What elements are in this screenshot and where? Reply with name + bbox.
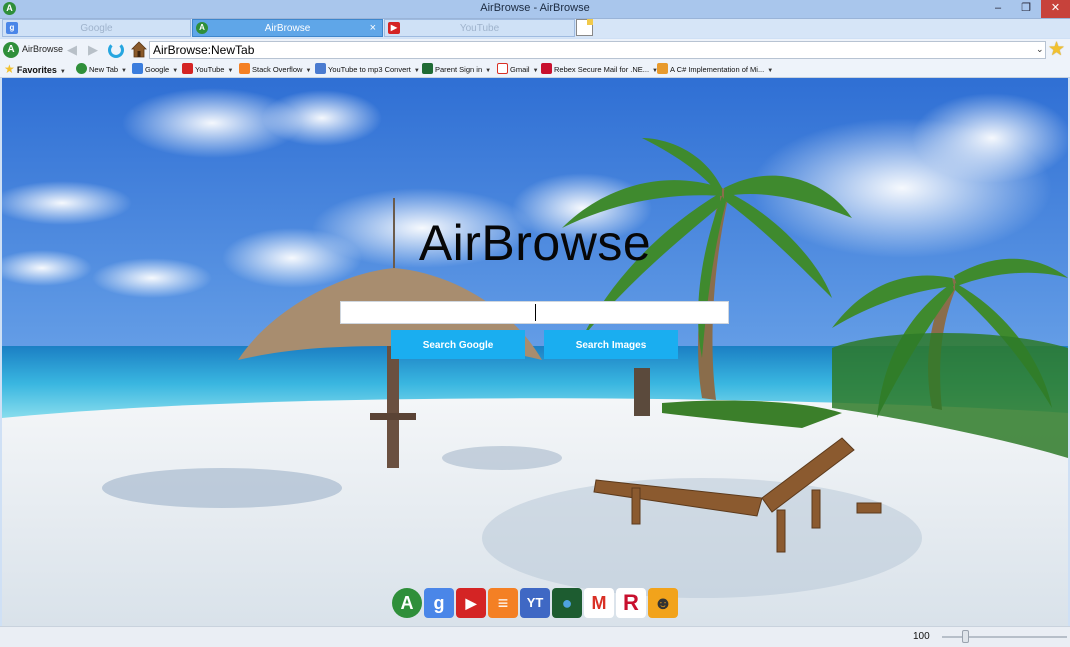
refresh-button[interactable] bbox=[108, 42, 124, 58]
dropdown-arrow-icon: ▼ bbox=[227, 68, 234, 74]
gmail-icon bbox=[497, 63, 508, 74]
favorite-item-youtube[interactable]: YouTube ▼ bbox=[182, 63, 233, 76]
home-button[interactable] bbox=[131, 41, 147, 58]
dropdown-arrow-icon: ▼ bbox=[532, 68, 539, 74]
new-tab-page: AirBrowse Search Google Search Images A … bbox=[2, 78, 1068, 626]
favorite-label: New Tab bbox=[89, 65, 119, 74]
dropdown-arrow-icon: ▼ bbox=[413, 68, 420, 74]
text-caret bbox=[535, 304, 536, 321]
rebex-icon bbox=[541, 63, 552, 74]
close-window-button[interactable]: ✕ bbox=[1041, 0, 1070, 18]
search-google-button[interactable]: Search Google bbox=[391, 330, 525, 359]
parent-signin-icon[interactable]: ● bbox=[552, 588, 582, 618]
tab-label: Google bbox=[80, 23, 113, 34]
favorites-label: Favorites bbox=[16, 65, 57, 75]
forward-button[interactable]: ▶ bbox=[85, 43, 101, 56]
favorite-label: YouTube to mp3 Convert bbox=[328, 65, 411, 74]
ytmp3-icon[interactable]: YT bbox=[520, 588, 550, 618]
beach-background-image bbox=[2, 78, 1068, 626]
back-button[interactable]: ◀ bbox=[64, 43, 80, 56]
codeproject-icon bbox=[657, 63, 668, 74]
address-bar[interactable]: AirBrowse:NewTab bbox=[149, 41, 1046, 59]
search-images-button[interactable]: Search Images bbox=[544, 330, 678, 359]
youtube-icon bbox=[182, 63, 193, 74]
favorite-label: Google bbox=[145, 65, 170, 74]
favorite-label: Gmail bbox=[510, 65, 530, 74]
favorite-item-gmail[interactable]: Gmail ▼ bbox=[497, 63, 539, 76]
dropdown-arrow-icon: ▼ bbox=[59, 69, 66, 75]
favorite-label: Rebex Secure Mail for .NE... bbox=[554, 65, 650, 74]
zoom-slider-track[interactable] bbox=[942, 636, 1067, 638]
dropdown-arrow-icon: ▼ bbox=[767, 68, 774, 74]
favorites-bar: ★ Favorites ▼ New Tab ▼ Google ▼ YouTube ▼ S… bbox=[0, 61, 1070, 78]
minimize-button[interactable]: ‒ bbox=[985, 0, 1011, 18]
dropdown-arrow-icon: ▼ bbox=[305, 68, 312, 74]
favorite-item-google[interactable]: Google ▼ bbox=[132, 63, 178, 76]
youtube-icon: ▶ bbox=[388, 22, 400, 34]
navigation-bar: A AirBrowse ◀ ▶ AirBrowse:NewTab ⌄ ★ bbox=[0, 39, 1070, 61]
dropdown-arrow-icon: ▼ bbox=[172, 68, 179, 74]
tab-close-button[interactable]: × bbox=[370, 20, 376, 37]
tab-label: YouTube bbox=[459, 23, 500, 34]
codeproject-icon[interactable]: ☻ bbox=[648, 588, 678, 618]
address-dropdown-button[interactable]: ⌄ bbox=[1036, 44, 1044, 55]
favorite-label: A C# Implementation of Mi... bbox=[670, 65, 765, 74]
favorite-item-new-tab[interactable]: New Tab ▼ bbox=[76, 63, 127, 76]
airbrowse-icon[interactable]: A bbox=[392, 588, 422, 618]
favorite-item-youtube-mp3[interactable]: YouTube to mp3 Convert ▼ bbox=[315, 63, 420, 76]
stackoverflow-icon[interactable]: ≡ bbox=[488, 588, 518, 618]
tab-youtube[interactable]: ▶ YouTube bbox=[384, 19, 575, 37]
tab-strip: g Google A AirBrowse × ▶ YouTube bbox=[0, 19, 1070, 38]
favorite-label: Stack Overflow bbox=[252, 65, 303, 74]
new-tab-button[interactable] bbox=[576, 19, 593, 36]
parent-signin-icon bbox=[422, 63, 433, 74]
app-name-label: AirBrowse bbox=[22, 44, 64, 54]
restore-button[interactable]: ❐ bbox=[1013, 0, 1039, 18]
home-icon bbox=[131, 41, 147, 58]
tab-airbrowse[interactable]: A AirBrowse × bbox=[192, 19, 383, 37]
favorites-menu[interactable]: ★ Favorites ▼ bbox=[4, 63, 66, 76]
tab-google[interactable]: g Google bbox=[2, 19, 191, 37]
dropdown-arrow-icon: ▼ bbox=[121, 68, 127, 74]
zoom-level: 100 bbox=[913, 631, 930, 642]
add-favorite-star-icon[interactable]: ★ bbox=[1048, 40, 1065, 59]
gmail-icon[interactable]: M bbox=[584, 588, 614, 618]
airbrowse-icon: A bbox=[196, 22, 208, 34]
airbrowse-logo-icon[interactable]: A bbox=[3, 42, 19, 58]
favorite-item-csharp-implementation[interactable]: A C# Implementation of Mi... ▼ bbox=[657, 63, 773, 76]
google-icon[interactable]: g bbox=[424, 588, 454, 618]
favorite-label: YouTube bbox=[195, 65, 225, 74]
airbrowse-icon bbox=[76, 63, 87, 74]
stackoverflow-icon bbox=[239, 63, 250, 74]
zoom-slider-thumb[interactable] bbox=[962, 630, 969, 643]
dropdown-arrow-icon: ▼ bbox=[485, 68, 492, 74]
title-bar: A AirBrowse - AirBrowse ‒ ❐ ✕ bbox=[0, 0, 1070, 19]
favorite-item-stack-overflow[interactable]: Stack Overflow ▼ bbox=[239, 63, 311, 76]
tab-label: AirBrowse bbox=[264, 23, 311, 34]
window-title: AirBrowse - AirBrowse bbox=[480, 2, 590, 14]
favorites-star-icon: ★ bbox=[4, 62, 15, 76]
google-icon bbox=[132, 63, 143, 74]
page-title: AirBrowse bbox=[418, 215, 652, 271]
favorite-item-parent-sign-in[interactable]: Parent Sign in ▼ bbox=[422, 63, 491, 76]
favorite-label: Parent Sign in bbox=[435, 65, 483, 74]
ytmp3-icon bbox=[315, 63, 326, 74]
status-bar: 100 bbox=[0, 626, 1070, 647]
rebex-icon[interactable]: R bbox=[616, 588, 646, 618]
google-icon: g bbox=[6, 22, 18, 34]
youtube-icon[interactable]: ▶ bbox=[456, 588, 486, 618]
favorite-item-rebex[interactable]: Rebex Secure Mail for .NE... ▼ bbox=[541, 63, 658, 76]
